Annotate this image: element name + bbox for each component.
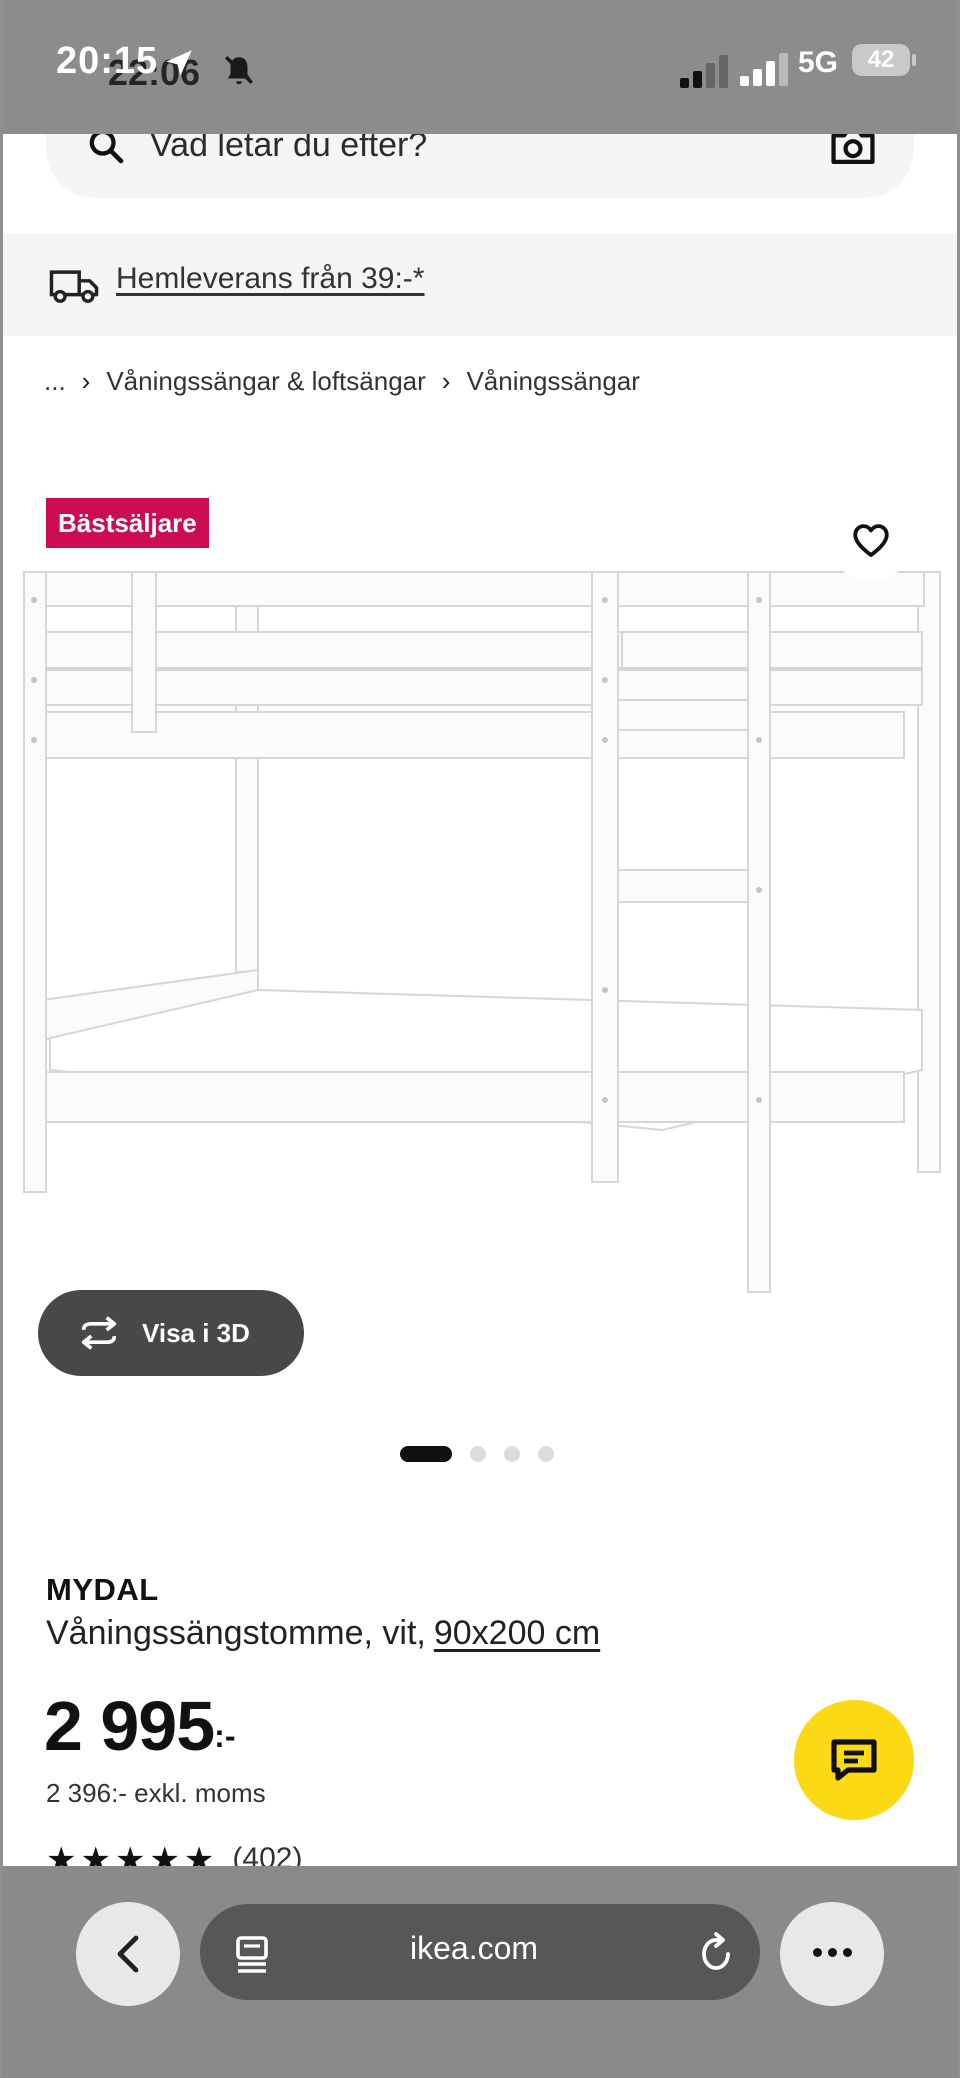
url-text[interactable]: ikea.com xyxy=(410,1930,538,1967)
battery-indicator: 42 xyxy=(852,44,910,76)
heart-icon xyxy=(853,524,889,557)
cellular-signal-icon xyxy=(680,54,732,88)
product-rating[interactable]: ★★★★★ (402) xyxy=(46,1842,302,1866)
view-in-3d-button[interactable]: Visa i 3D xyxy=(38,1290,304,1376)
location-arrow-icon xyxy=(166,50,192,76)
rotate-3d-icon xyxy=(81,1316,117,1350)
breadcrumb: ... › Våningssängar & loftsängar › Vånin… xyxy=(44,366,640,397)
chevron-right-icon: › xyxy=(441,366,451,396)
tabs-icon[interactable] xyxy=(234,1934,270,1974)
view-in-3d-label: Visa i 3D xyxy=(142,1317,250,1348)
rating-count: (402) xyxy=(232,1842,303,1866)
favorite-button[interactable] xyxy=(830,500,912,582)
price-amount: 2 995 xyxy=(44,1687,215,1765)
breadcrumb-item-bunk-beds[interactable]: Våningssängar xyxy=(466,366,639,397)
network-type: 5G xyxy=(798,46,839,79)
home-delivery-link[interactable]: Hemleverans från 39:-* xyxy=(116,262,424,296)
muted-bell-icon xyxy=(224,55,254,85)
bestseller-badge: Bästsäljare xyxy=(46,498,209,548)
breadcrumb-ellipsis[interactable]: ... xyxy=(44,366,66,397)
truck-icon xyxy=(49,270,99,303)
more-icon xyxy=(813,1948,822,1957)
battery-nub xyxy=(912,54,916,66)
more-icon-dot xyxy=(828,1948,837,1957)
price-suffix: :- xyxy=(214,1718,236,1754)
product-description: Våningssängstomme, vit, 90x200 cm xyxy=(46,1614,600,1653)
status-bar: 22:06 20:15 5G 42 xyxy=(0,0,960,134)
rating-stars: ★★★★★ xyxy=(46,1842,219,1866)
chevron-right-icon: › xyxy=(81,366,91,396)
product-name: MYDAL xyxy=(46,1572,159,1607)
carousel-dot-1[interactable] xyxy=(400,1446,452,1462)
product-description-text: Våningssängstomme, vit, xyxy=(46,1614,426,1652)
chat-button[interactable] xyxy=(794,1700,914,1820)
chevron-left-icon xyxy=(117,1935,139,1973)
chat-icon xyxy=(831,1739,877,1781)
image-carousel-dots xyxy=(400,1446,554,1462)
price-excl-vat: 2 396:- exkl. moms xyxy=(46,1778,266,1808)
price: 2 995 :- xyxy=(44,1686,235,1766)
more-button[interactable] xyxy=(780,1902,884,2006)
carousel-dot-4[interactable] xyxy=(538,1446,554,1462)
size-link[interactable]: 90x200 cm xyxy=(434,1614,600,1652)
carousel-dot-3[interactable] xyxy=(504,1446,520,1462)
more-icon-dot xyxy=(843,1948,852,1957)
reload-icon[interactable] xyxy=(698,1930,734,1974)
back-button[interactable] xyxy=(76,1902,180,2006)
carousel-dot-2[interactable] xyxy=(470,1446,486,1462)
product-image[interactable] xyxy=(22,570,942,1300)
breadcrumb-item-bunk-and-loft-beds[interactable]: Våningssängar & loftsängar xyxy=(106,366,425,397)
cellular-signal-2-icon xyxy=(740,52,790,86)
status-time: 20:15 xyxy=(56,40,159,82)
